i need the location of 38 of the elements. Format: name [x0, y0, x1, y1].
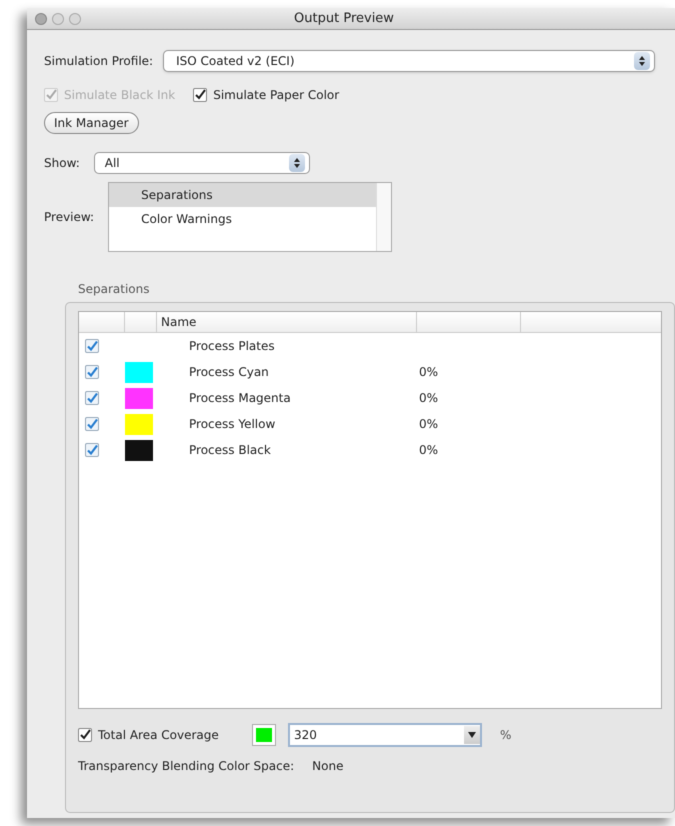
show-dropdown[interactable]: All: [94, 152, 310, 174]
checkbox[interactable]: [193, 88, 208, 102]
scrollbar-track[interactable]: [376, 183, 392, 251]
list-item[interactable]: Separations: [109, 183, 376, 207]
checkbox[interactable]: [85, 339, 99, 353]
color-swatch[interactable]: [252, 724, 276, 746]
field-label: Preview:: [44, 209, 94, 226]
table-cell-text: 0%: [418, 390, 438, 407]
checkbox-label: Simulate Black Ink: [64, 87, 176, 104]
checkbox[interactable]: [85, 443, 99, 457]
table-cell-text: 0%: [418, 416, 438, 433]
table-cell-text: Process Plates: [188, 338, 276, 355]
table-cell-text: Process Cyan: [188, 364, 270, 381]
unit-label: %: [500, 727, 512, 744]
field-label: Show:: [44, 155, 80, 172]
profile-dropdown[interactable]: ISO Coated v2 (ECI): [163, 50, 655, 72]
ink-manager-button[interactable]: Ink Manager: [44, 112, 139, 134]
stepper-icon: [288, 154, 305, 172]
table-cell-text: 0%: [418, 364, 438, 381]
table-cell-text: 0%: [418, 442, 438, 459]
window-title: Output Preview: [294, 10, 394, 28]
checkbox-label: Simulate Paper Color: [213, 87, 340, 104]
field-value: None: [312, 758, 344, 775]
checkbox[interactable]: [85, 365, 99, 379]
table-cell-text: Process Magenta: [188, 390, 292, 407]
stepper-icon: [634, 52, 650, 70]
section-title: Separations: [78, 281, 150, 298]
list-item[interactable]: Color Warnings: [109, 207, 376, 231]
field-label: Transparency Blending Color Space:: [78, 758, 294, 775]
close-icon[interactable]: [35, 12, 47, 24]
table-cell-text: Process Black: [188, 442, 272, 459]
checkbox[interactable]: [85, 417, 99, 431]
table-cell-text: Process Yellow: [188, 416, 276, 433]
field-label: Simulation Profile:: [44, 53, 154, 70]
coverage-combo[interactable]: 320: [288, 723, 482, 747]
checkbox-label: Total Area Coverage: [98, 727, 220, 744]
checkbox[interactable]: [78, 728, 92, 742]
checkbox[interactable]: [85, 391, 99, 405]
